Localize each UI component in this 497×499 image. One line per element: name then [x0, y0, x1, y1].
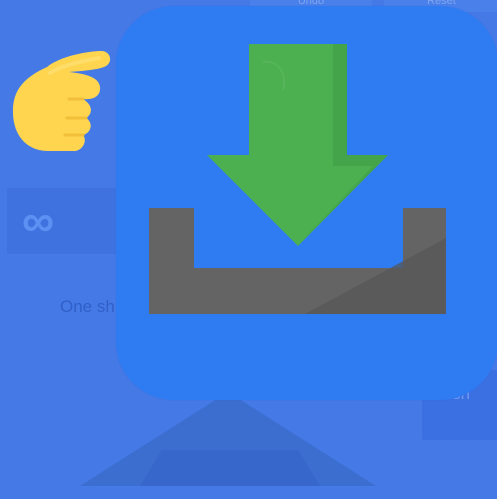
screenshot-canvas: Undo Reset ∞ One sh e sh [0, 0, 497, 499]
infinity-icon: ∞ [22, 195, 55, 246]
monitor-stand-shadow [140, 450, 320, 486]
background-caption-left: One sh [60, 297, 115, 316]
download-arrow-shape [207, 44, 388, 246]
pointing-hand-icon [12, 51, 111, 152]
download-tray-icon [149, 44, 446, 314]
